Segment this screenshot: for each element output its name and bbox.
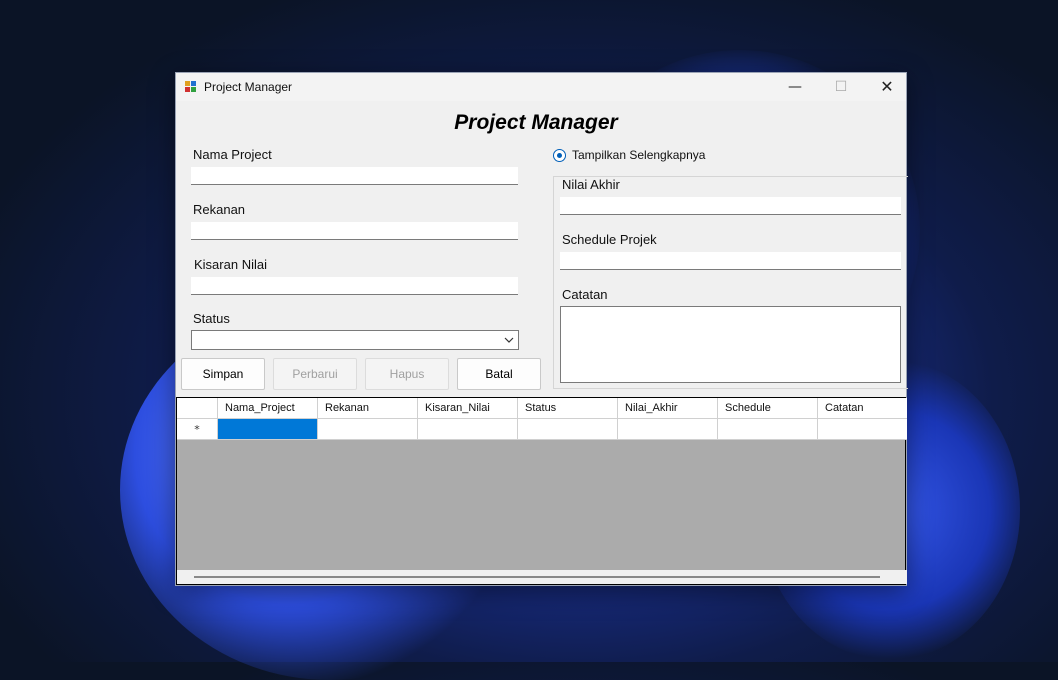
cell-nama-project[interactable]: [218, 419, 318, 440]
app-icon: [185, 81, 197, 93]
column-header-kisaran-nilai[interactable]: Kisaran_Nilai: [418, 398, 518, 418]
catatan-label: Catatan: [562, 287, 608, 302]
page-title: Project Manager: [454, 111, 618, 134]
project-manager-window: Project Manager — ☐ ✕ Project Manager Na…: [175, 72, 908, 586]
new-row-marker[interactable]: *: [177, 419, 218, 440]
column-header-nama-project[interactable]: Nama_Project: [218, 398, 318, 418]
rekanan-label: Rekanan: [193, 202, 246, 217]
cell-status[interactable]: [518, 419, 618, 440]
status-dropdown[interactable]: [191, 330, 519, 350]
batal-button[interactable]: Batal: [457, 358, 541, 390]
cell-schedule[interactable]: [718, 419, 818, 440]
cell-nilai-akhir[interactable]: [618, 419, 718, 440]
cell-catatan[interactable]: [818, 419, 907, 440]
column-header-rekanan[interactable]: Rekanan: [318, 398, 418, 418]
tampilkan-radio[interactable]: [553, 149, 566, 162]
perbarui-button[interactable]: Perbarui: [273, 358, 357, 390]
rekanan-input[interactable]: [191, 222, 518, 240]
column-header-nilai-akhir[interactable]: Nilai_Akhir: [618, 398, 718, 418]
status-label: Status: [193, 311, 230, 326]
close-button[interactable]: ✕: [864, 73, 910, 101]
grid-header: Nama_Project Rekanan Kisaran_Nilai Statu…: [177, 398, 907, 419]
minimize-button[interactable]: —: [772, 73, 818, 101]
window-title: Project Manager: [204, 80, 293, 94]
nilai-akhir-input[interactable]: [560, 197, 901, 215]
maximize-button[interactable]: ☐: [818, 73, 864, 101]
nama-project-label: Nama Project: [193, 147, 272, 162]
table-row[interactable]: *: [177, 419, 907, 440]
catatan-textarea[interactable]: [560, 306, 901, 383]
column-header-catatan[interactable]: Catatan: [818, 398, 907, 418]
column-header-status[interactable]: Status: [518, 398, 618, 418]
row-header-corner[interactable]: [177, 398, 218, 418]
hapus-button[interactable]: Hapus: [365, 358, 449, 390]
column-header-schedule[interactable]: Schedule: [718, 398, 818, 418]
chevron-down-icon: [504, 332, 514, 351]
nilai-akhir-label: Nilai Akhir: [562, 177, 620, 192]
simpan-button[interactable]: Simpan: [181, 358, 265, 390]
kisaran-nilai-label: Kisaran Nilai: [194, 257, 267, 272]
title-bar[interactable]: Project Manager — ☐ ✕: [176, 73, 906, 101]
kisaran-nilai-input[interactable]: [191, 277, 518, 295]
scrollbar-thumb[interactable]: [194, 576, 880, 578]
horizontal-scrollbar[interactable]: [177, 570, 907, 584]
tampilkan-radio-label[interactable]: Tampilkan Selengkapnya: [572, 148, 705, 162]
nama-project-input[interactable]: [191, 167, 518, 185]
cell-rekanan[interactable]: [318, 419, 418, 440]
schedule-label: Schedule Projek: [562, 232, 657, 247]
schedule-input[interactable]: [560, 252, 901, 270]
cell-kisaran-nilai[interactable]: [418, 419, 518, 440]
project-data-grid[interactable]: Nama_Project Rekanan Kisaran_Nilai Statu…: [176, 397, 907, 585]
